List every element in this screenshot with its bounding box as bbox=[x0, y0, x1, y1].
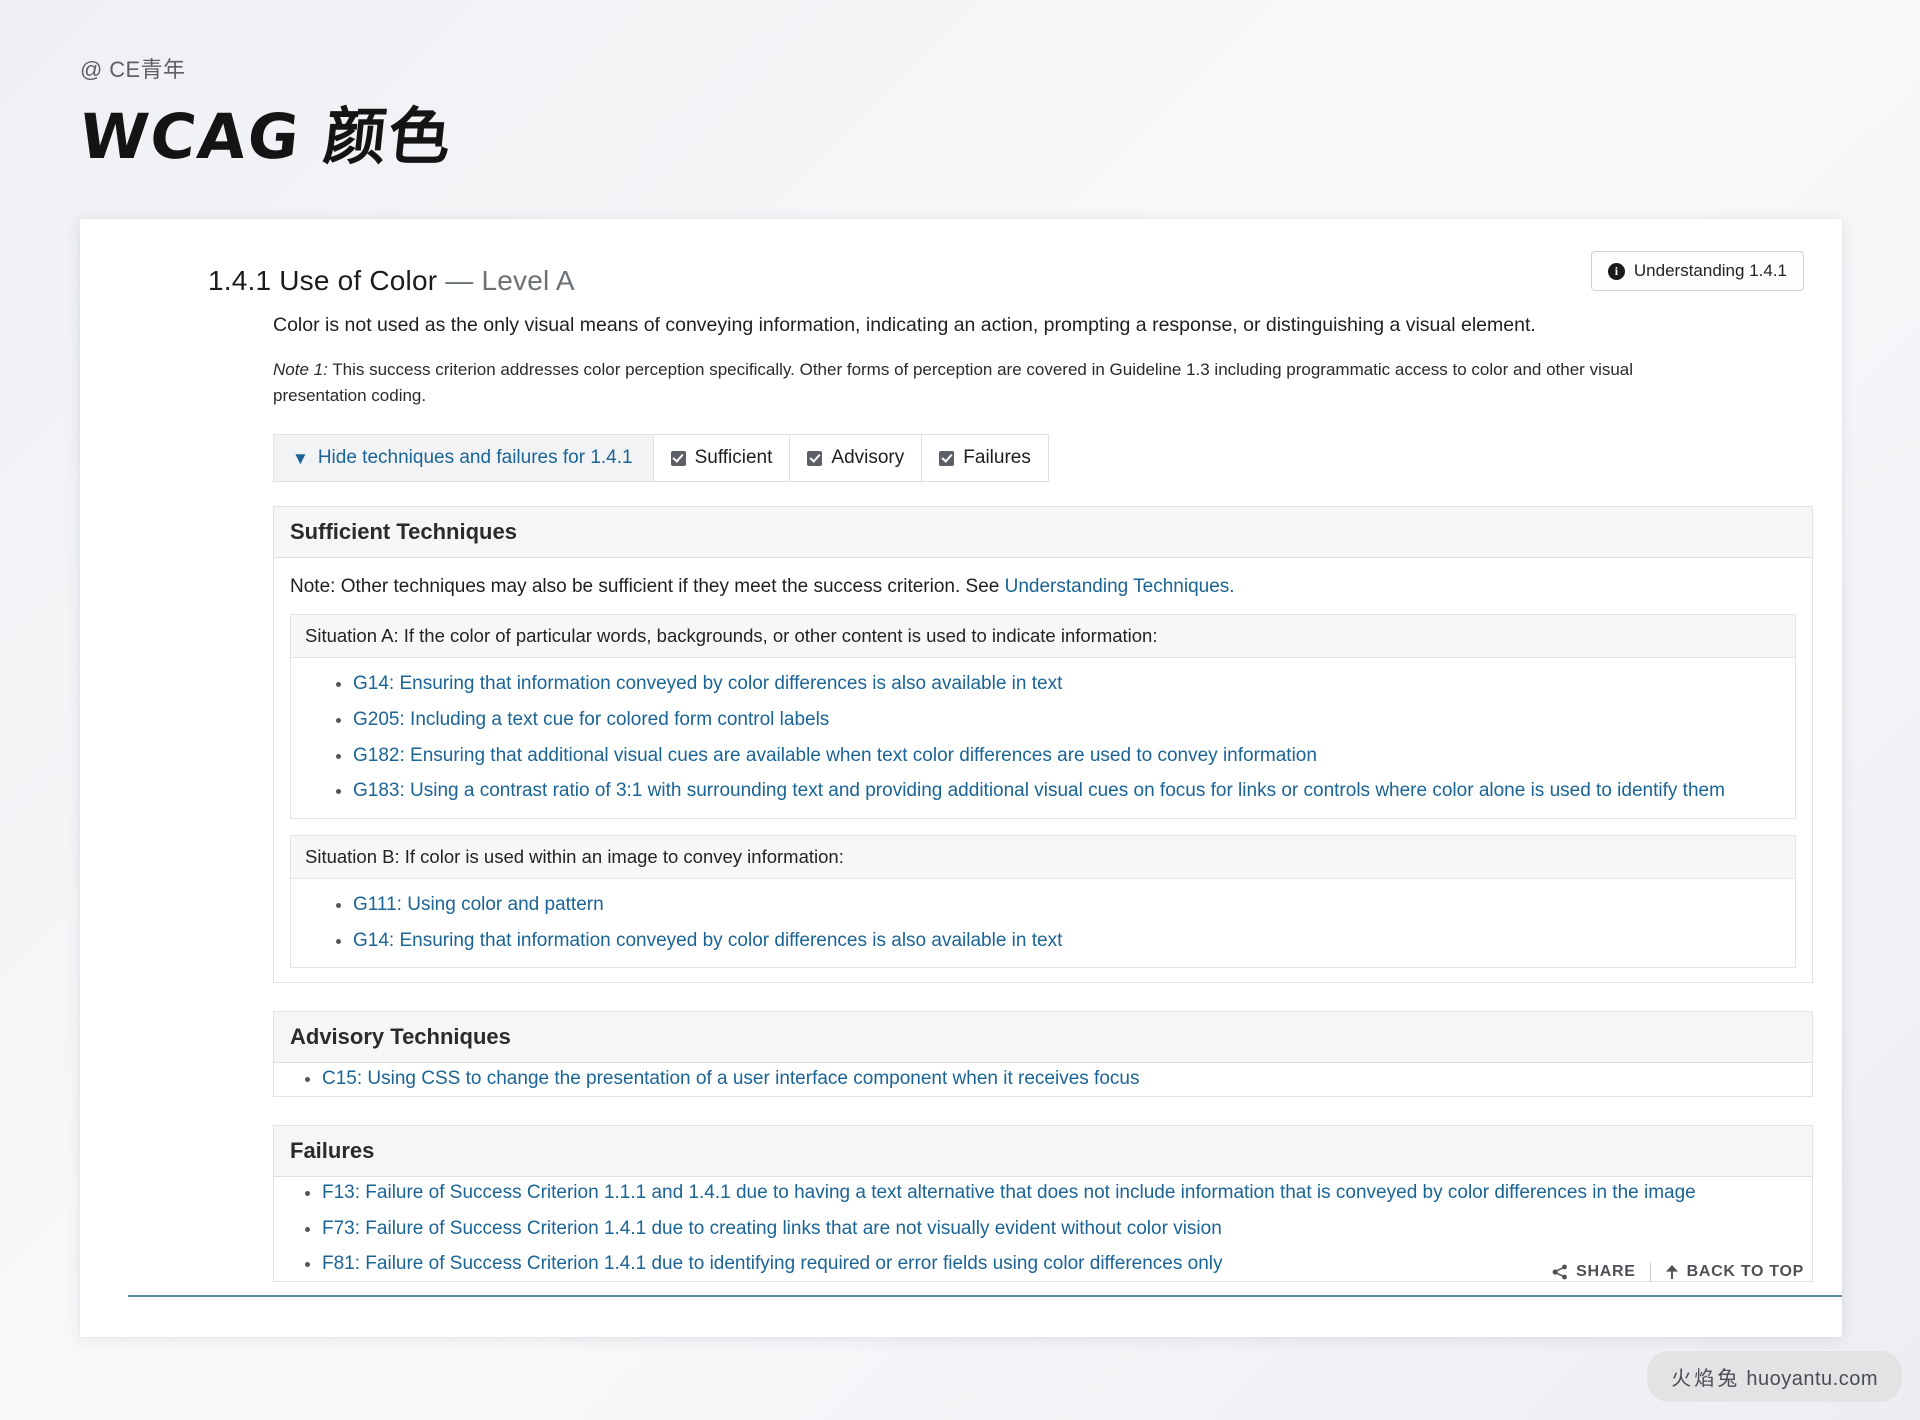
technique-link-g183[interactable]: G183: Using a contrast ratio of 3:1 with… bbox=[353, 780, 1725, 801]
situation-a: Situation A: If the color of particular … bbox=[290, 614, 1796, 820]
criterion-dash: — bbox=[445, 265, 474, 296]
criterion-number-name: 1.4.1 Use of Color bbox=[208, 265, 438, 296]
list-item: G14: Ensuring that information conveyed … bbox=[353, 672, 1785, 697]
list-item: F13: Failure of Success Criterion 1.1.1 … bbox=[322, 1181, 1812, 1206]
watermark-domain: huoyantu.com bbox=[1746, 1368, 1878, 1390]
card-footer: SHARE BACK TO TOP bbox=[128, 1262, 1804, 1286]
section-heading-sufficient: Sufficient Techniques bbox=[273, 506, 1813, 559]
watermark: 火焰兔 huoyantu.com bbox=[1647, 1351, 1902, 1402]
sufficient-note-text: Note: Other techniques may also be suffi… bbox=[290, 576, 1005, 598]
section-heading-advisory: Advisory Techniques bbox=[273, 1011, 1813, 1064]
technique-link-g182[interactable]: G182: Ensuring that additional visual cu… bbox=[353, 745, 1317, 766]
understanding-button-label: Understanding 1.4.1 bbox=[1633, 261, 1787, 280]
situation-b-heading: Situation B: If color is used within an … bbox=[291, 836, 1795, 880]
situation-b-list: G111: Using color and pattern G14: Ensur… bbox=[301, 893, 1785, 953]
page-header: @ CE青年 WCAG 颜色 bbox=[0, 0, 1920, 173]
understanding-techniques-link[interactable]: Understanding Techniques. bbox=[1005, 576, 1235, 597]
section-advisory-techniques: Advisory Techniques C15: Using CSS to ch… bbox=[273, 1011, 1813, 1098]
technique-link-g14-b[interactable]: G14: Ensuring that information conveyed … bbox=[353, 930, 1062, 951]
chevron-down-icon: ▼ bbox=[292, 448, 309, 468]
share-button[interactable]: SHARE bbox=[1552, 1263, 1636, 1281]
list-item: F73: Failure of Success Criterion 1.4.1 … bbox=[322, 1217, 1812, 1242]
criterion-description: Color is not used as the only visual mea… bbox=[273, 314, 1536, 336]
filter-label-advisory: Advisory bbox=[831, 447, 905, 469]
list-item: G111: Using color and pattern bbox=[353, 893, 1785, 918]
note-label: Note 1: bbox=[273, 360, 328, 380]
page-title: WCAG 颜色 bbox=[76, 100, 457, 173]
advisory-list: C15: Using CSS to change the presentatio… bbox=[274, 1067, 1812, 1092]
list-item: G14: Ensuring that information conveyed … bbox=[353, 929, 1785, 954]
watermark-cn: 火焰兔 bbox=[1671, 1368, 1741, 1390]
list-item: G183: Using a contrast ratio of 3:1 with… bbox=[353, 779, 1785, 804]
filter-checkbox-advisory[interactable]: Advisory bbox=[790, 434, 923, 483]
share-icon bbox=[1552, 1264, 1568, 1280]
checkbox-icon bbox=[807, 450, 823, 466]
section-failures: Failures F13: Failure of Success Criteri… bbox=[273, 1125, 1813, 1283]
checkbox-icon bbox=[670, 450, 686, 466]
arrow-up-icon bbox=[1665, 1265, 1678, 1279]
filter-checkbox-failures[interactable]: Failures bbox=[922, 434, 1049, 483]
hide-techniques-toggle[interactable]: ▼ Hide techniques and failures for 1.4.1 bbox=[273, 434, 654, 483]
info-icon: i bbox=[1607, 262, 1625, 280]
technique-link-g205[interactable]: G205: Including a text cue for colored f… bbox=[353, 709, 829, 730]
criterion-level: Level A bbox=[481, 265, 575, 296]
checkbox-icon bbox=[939, 450, 955, 466]
technique-link-c15[interactable]: C15: Using CSS to change the presentatio… bbox=[322, 1068, 1139, 1089]
section-heading-failures: Failures bbox=[273, 1125, 1813, 1178]
filter-label-sufficient: Sufficient bbox=[694, 447, 773, 469]
back-to-top-label: BACK TO TOP bbox=[1686, 1263, 1804, 1280]
filter-checkbox-sufficient[interactable]: Sufficient bbox=[653, 434, 791, 483]
criterion-note: Note 1: This success criterion addresses… bbox=[273, 357, 1648, 408]
filter-row: ▼ Hide techniques and failures for 1.4.1… bbox=[273, 434, 1073, 483]
footer-divider bbox=[1649, 1262, 1651, 1282]
failure-link-f13[interactable]: F13: Failure of Success Criterion 1.1.1 … bbox=[322, 1182, 1696, 1203]
footer-rule bbox=[128, 1295, 1842, 1297]
back-to-top-button[interactable]: BACK TO TOP bbox=[1665, 1263, 1804, 1281]
note-text: This success criterion addresses color p… bbox=[273, 360, 1634, 405]
situation-a-list: G14: Ensuring that information conveyed … bbox=[301, 672, 1785, 804]
share-label: SHARE bbox=[1576, 1263, 1636, 1280]
technique-link-g111[interactable]: G111: Using color and pattern bbox=[353, 894, 604, 915]
situation-b: Situation B: If color is used within an … bbox=[290, 835, 1796, 969]
sufficient-note: Note: Other techniques may also be suffi… bbox=[290, 574, 1796, 604]
content-card: i Understanding 1.4.1 1.4.1 Use of Color… bbox=[80, 219, 1842, 1337]
criterion-heading: 1.4.1 Use of Color — Level A bbox=[208, 265, 1804, 297]
list-item: G182: Ensuring that additional visual cu… bbox=[353, 744, 1785, 769]
list-item: G205: Including a text cue for colored f… bbox=[353, 708, 1785, 733]
list-item: C15: Using CSS to change the presentatio… bbox=[322, 1067, 1812, 1092]
hide-techniques-toggle-label: Hide techniques and failures for 1.4.1 bbox=[317, 447, 633, 469]
situation-a-heading: Situation A: If the color of particular … bbox=[291, 615, 1795, 659]
understanding-button[interactable]: i Understanding 1.4.1 bbox=[1590, 251, 1804, 291]
failure-link-f73[interactable]: F73: Failure of Success Criterion 1.4.1 … bbox=[322, 1218, 1222, 1239]
section-sufficient-techniques: Sufficient Techniques Note: Other techni… bbox=[273, 506, 1813, 984]
technique-link-g14[interactable]: G14: Ensuring that information conveyed … bbox=[353, 673, 1062, 694]
filter-label-failures: Failures bbox=[963, 447, 1031, 469]
author-handle: @ CE青年 bbox=[80, 57, 186, 82]
